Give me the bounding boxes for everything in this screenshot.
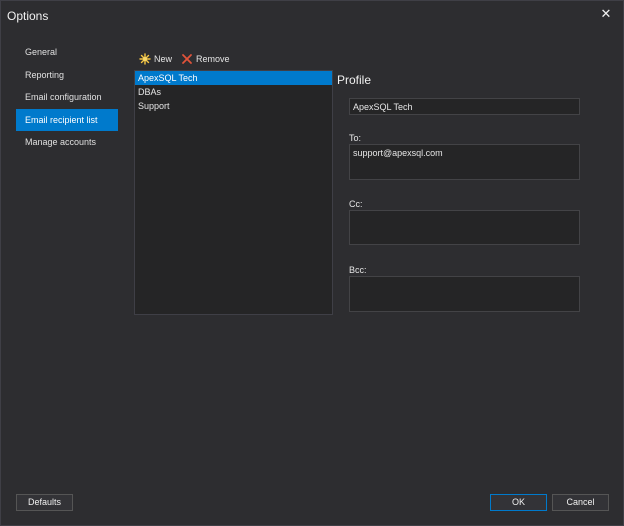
- profile-list: ApexSQL Tech DBAs Support: [134, 70, 333, 315]
- to-label: To:: [349, 133, 362, 143]
- ok-button[interactable]: OK: [490, 494, 547, 511]
- sidebar-item-general[interactable]: General: [16, 41, 118, 64]
- title-bar: Options ✕: [1, 1, 623, 31]
- profile-list-item-dbas[interactable]: DBAs: [135, 85, 332, 99]
- remove-x-icon: [182, 54, 192, 64]
- defaults-button[interactable]: Defaults: [16, 494, 73, 511]
- new-star-icon: [139, 53, 151, 65]
- profile-name-input[interactable]: [349, 98, 580, 115]
- cc-label: Cc:: [349, 199, 363, 209]
- to-field[interactable]: support@apexsql.com: [349, 144, 580, 180]
- sidebar-item-reporting[interactable]: Reporting: [16, 64, 118, 87]
- remove-button-label: Remove: [196, 54, 230, 64]
- sidebar-item-label: Email configuration: [25, 92, 102, 102]
- sidebar-item-manage-accounts[interactable]: Manage accounts: [16, 131, 118, 154]
- options-dialog: Options ✕ General Reporting Email config…: [0, 0, 624, 526]
- window-title: Options: [7, 9, 49, 23]
- cc-field[interactable]: [349, 210, 580, 245]
- sidebar-item-label: Email recipient list: [25, 114, 98, 125]
- new-button-label: New: [154, 54, 173, 64]
- bcc-label: Bcc:: [349, 265, 367, 275]
- profile-heading: Profile: [337, 73, 372, 87]
- sidebar-item-email-recipient-list[interactable]: Email recipient list: [16, 108, 118, 131]
- close-icon[interactable]: ✕: [599, 7, 613, 21]
- profile-list-item-apexsql-tech[interactable]: ApexSQL Tech: [135, 71, 332, 85]
- sidebar-item-label: General: [25, 47, 58, 57]
- cancel-button[interactable]: Cancel: [552, 494, 609, 511]
- options-sidebar: General Reporting Email configuration Em…: [16, 41, 118, 154]
- sidebar-item-email-configuration[interactable]: Email configuration: [16, 86, 118, 109]
- sidebar-item-label: Reporting: [25, 69, 65, 80]
- bcc-field[interactable]: [349, 276, 580, 312]
- sidebar-item-label: Manage accounts: [25, 137, 97, 147]
- profile-list-item-support[interactable]: Support: [135, 99, 332, 113]
